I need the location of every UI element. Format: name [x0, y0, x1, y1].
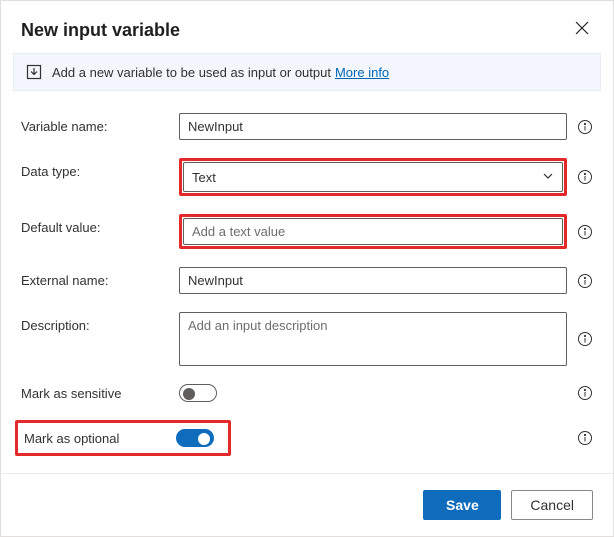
dialog-title: New input variable: [21, 20, 180, 41]
optional-toggle[interactable]: [176, 429, 214, 447]
row-description: Description:: [21, 312, 593, 366]
row-external-name: External name:: [21, 267, 593, 294]
chevron-down-icon: [542, 170, 554, 185]
default-value-input[interactable]: [183, 218, 563, 245]
data-type-value: Text: [192, 170, 216, 185]
download-icon: [26, 64, 42, 80]
variable-name-input[interactable]: [179, 113, 567, 140]
label-optional: Mark as optional: [24, 431, 176, 446]
row-variable-name: Variable name:: [21, 113, 593, 140]
info-banner: Add a new variable to be used as input o…: [13, 53, 601, 91]
dialog-footer: Save Cancel: [1, 473, 613, 536]
label-description: Description:: [21, 312, 179, 333]
data-type-select[interactable]: Text: [183, 162, 563, 192]
description-input[interactable]: [179, 312, 567, 366]
row-default-value: Default value:: [21, 214, 593, 249]
close-button[interactable]: [571, 17, 593, 43]
info-icon[interactable]: [577, 331, 593, 347]
save-button[interactable]: Save: [423, 490, 501, 520]
label-data-type: Data type:: [21, 158, 179, 179]
new-input-variable-dialog: New input variable Add a new variable to…: [0, 0, 614, 537]
cancel-button[interactable]: Cancel: [511, 490, 593, 520]
info-banner-text: Add a new variable to be used as input o…: [52, 65, 331, 80]
info-icon[interactable]: [577, 224, 593, 240]
row-sensitive: Mark as sensitive: [21, 384, 593, 402]
row-optional: Mark as optional: [21, 420, 593, 456]
dialog-header: New input variable: [1, 1, 613, 53]
form-body: Variable name: Data type: Text: [1, 91, 613, 473]
label-sensitive: Mark as sensitive: [21, 386, 179, 401]
info-icon[interactable]: [577, 169, 593, 185]
label-default-value: Default value:: [21, 214, 179, 235]
more-info-link[interactable]: More info: [335, 65, 389, 80]
info-icon[interactable]: [577, 430, 593, 446]
label-external-name: External name:: [21, 267, 179, 288]
label-variable-name: Variable name:: [21, 113, 179, 134]
close-icon: [575, 22, 589, 39]
info-icon[interactable]: [577, 119, 593, 135]
row-data-type: Data type: Text: [21, 158, 593, 196]
external-name-input[interactable]: [179, 267, 567, 294]
info-icon[interactable]: [577, 385, 593, 401]
info-icon[interactable]: [577, 273, 593, 289]
sensitive-toggle[interactable]: [179, 384, 217, 402]
